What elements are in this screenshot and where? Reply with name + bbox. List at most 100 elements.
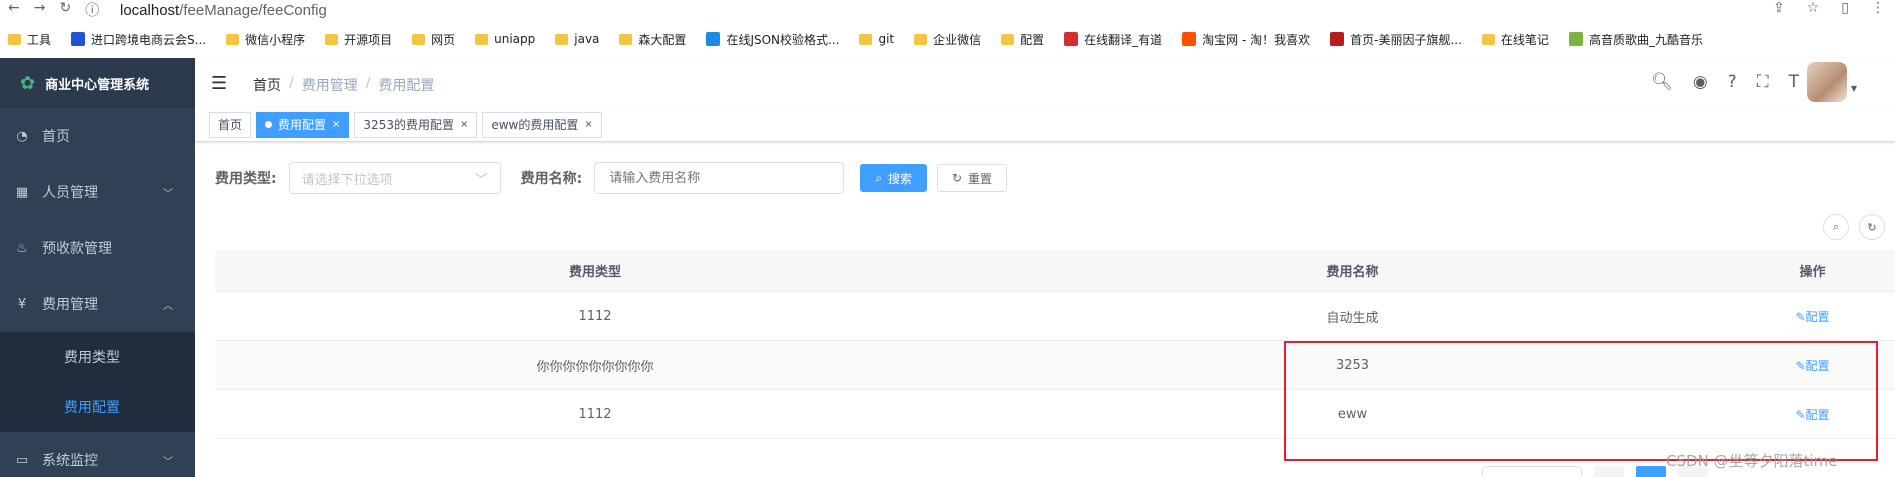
red-annotation-box (1284, 341, 1878, 461)
sidebar-item-fee-management[interactable]: ¥ 费用管理 ︿ (0, 276, 195, 332)
bookmark-item[interactable]: uniapp (475, 32, 535, 46)
refresh-icon[interactable]: ↻ (1859, 214, 1885, 240)
bookmark-item[interactable]: git (859, 32, 894, 46)
sidebar-logo[interactable]: ✿ 商业中心管理系统 (0, 58, 195, 108)
site-favicon-icon (706, 32, 721, 46)
bookmark-label: 淘宝网 - 淘！我喜欢 (1202, 32, 1311, 47)
tags-view: 首页 费用配置 × 3253的费用配置 × eww的费用配置 × (195, 108, 1895, 142)
sidebar-subitem-fee-type[interactable]: 费用类型 (0, 332, 195, 382)
forward-arrow-icon[interactable]: → (34, 0, 46, 20)
bookmark-label: java (574, 32, 600, 46)
bookmark-item[interactable]: 在线JSON校验格式... (706, 31, 839, 48)
fee-type-placeholder: 请选择下拉选项 (301, 172, 393, 188)
bookmark-label: 配置 (1020, 32, 1045, 47)
sidebar-item-label: 首页 (42, 129, 70, 145)
url-field[interactable]: localhost/feeManage/feeConfig (120, 2, 327, 19)
bookmark-label: 企业微信 (933, 32, 982, 47)
close-icon[interactable]: × (584, 119, 592, 130)
hand-money-icon: ♨ (16, 240, 28, 256)
bookmark-item[interactable]: 开源项目 (325, 31, 392, 48)
avatar[interactable] (1807, 62, 1847, 102)
sidebar-item-system-monitor[interactable]: ▭ 系统监控 ﹀ (0, 432, 195, 477)
cell-fee-name: 自动生成 (1326, 310, 1379, 326)
sidebar-item-home[interactable]: ◔ 首页 (0, 108, 195, 164)
top-navbar: ☰ 首页 / 费用管理 / 费用配置 🔍︎ ◉ ? ⛶ T ▼ (195, 58, 1895, 108)
hamburger-toggle-icon[interactable]: ☰ (211, 73, 227, 94)
help-icon[interactable]: ? (1728, 72, 1737, 92)
search-button-label: 搜索 (887, 171, 912, 186)
bookmark-label: 网页 (431, 32, 456, 47)
reset-button[interactable]: ↻ 重置 (936, 164, 1008, 192)
bookmark-label: 首页-美丽因子旗舰... (1350, 32, 1462, 47)
config-link[interactable]: ✎配置 (1730, 308, 1895, 325)
share-icon[interactable]: ⇪ (1773, 0, 1785, 16)
sidebar-item-prepayment[interactable]: ♨ 预收款管理 (0, 220, 195, 276)
more-icon[interactable]: ⋮ (1871, 0, 1885, 16)
tab-tag[interactable]: eww的费用配置 × (482, 111, 602, 138)
bookmark-item[interactable]: 在线翻译_有道 (1064, 31, 1162, 48)
folder-icon (1481, 33, 1495, 45)
bookmark-item[interactable]: 淘宝网 - 淘！我喜欢 (1182, 31, 1310, 48)
lotus-logo-icon: ✿ (20, 72, 36, 94)
fee-type-select[interactable]: 请选择下拉选项 ﹀ (288, 162, 501, 194)
font-size-icon[interactable]: T (1789, 72, 1799, 92)
bookmark-item[interactable]: 高音质歌曲_九酷音乐 (1568, 31, 1703, 48)
app-title: 商业中心管理系统 (45, 77, 150, 93)
fullscreen-icon[interactable]: ⛶ (1757, 72, 1769, 92)
bookmark-item[interactable]: 企业微信 (914, 31, 981, 48)
page-number-current[interactable] (1636, 466, 1666, 477)
close-icon[interactable]: × (332, 119, 340, 130)
fee-submenu: 费用类型 费用配置 (0, 332, 195, 432)
sidebar-subitem-fee-config[interactable]: 费用配置 (0, 382, 195, 432)
bookmark-item[interactable]: 进口跨境电商云会S... (71, 31, 206, 48)
bookmark-item[interactable]: 在线笔记 (1481, 31, 1549, 48)
search-button[interactable]: ⌕ 搜索 (860, 164, 927, 192)
close-icon[interactable]: × (460, 119, 468, 130)
sidebar-item-personnel[interactable]: ▦ 人员管理 ﹀ (0, 164, 195, 220)
back-arrow-icon[interactable]: ← (8, 0, 20, 20)
prev-page-button[interactable] (1594, 466, 1624, 477)
bookmark-item[interactable]: 微信小程序 (226, 31, 305, 48)
table-row: 1112 自动生成 ✎配置 (215, 292, 1895, 341)
info-icon[interactable]: ⓘ (85, 0, 99, 20)
tab-tag[interactable]: 首页 (209, 111, 252, 138)
active-dot-icon (265, 121, 273, 128)
cell-fee-type: 你你你你你你你你你 (536, 359, 654, 375)
chevron-up-icon: ︿ (163, 300, 173, 312)
bookmark-item[interactable]: 首页-美丽因子旗舰... (1330, 31, 1462, 48)
edit-icon: ✎ (1795, 309, 1806, 324)
github-icon[interactable]: ◉ (1693, 72, 1708, 92)
sidebar-item-label: 人员管理 (42, 185, 98, 201)
refresh-icon: ↻ (951, 171, 963, 185)
bookmark-item[interactable]: 配置 (1001, 31, 1044, 48)
fee-name-input[interactable] (594, 162, 845, 194)
site-favicon-icon (1568, 32, 1583, 46)
bookmark-label: 进口跨境电商云会S... (91, 32, 207, 47)
bookmark-item[interactable]: java (555, 32, 599, 46)
folder-icon (859, 33, 873, 45)
bookmark-item[interactable]: 森大配置 (619, 31, 686, 48)
url-host: localhost (120, 1, 180, 19)
tab-tag-label: 3253的费用配置 (363, 118, 454, 132)
page-size-select[interactable] (1482, 466, 1582, 477)
tab-tag[interactable]: 费用配置 × (256, 111, 350, 138)
bookmark-label: 在线翻译_有道 (1084, 32, 1163, 47)
star-icon[interactable]: ☆ (1807, 0, 1820, 16)
fee-type-label: 费用类型: (215, 171, 277, 187)
toggle-search-icon[interactable]: ⌕ (1823, 214, 1849, 240)
shop-icon: ▦ (15, 184, 29, 200)
column-header-fee-name: 费用名称 (1326, 265, 1379, 280)
folder-icon (475, 33, 489, 45)
breadcrumb-home[interactable]: 首页 (253, 75, 281, 95)
cell-fee-type: 1112 (578, 406, 612, 422)
search-icon[interactable]: 🔍︎ (1651, 72, 1673, 92)
sidebar-item-label: 预收款管理 (42, 241, 112, 257)
bookmark-item[interactable]: 工具 (8, 31, 51, 48)
caret-down-icon[interactable]: ▼ (1851, 84, 1857, 93)
sidebar-panel-icon[interactable]: ▯ (1841, 0, 1849, 16)
tab-tag-label: eww的费用配置 (491, 118, 579, 132)
bookmark-item[interactable]: 网页 (412, 31, 455, 48)
tab-tag[interactable]: 3253的费用配置 × (354, 111, 478, 138)
folder-icon (1001, 33, 1015, 45)
reload-icon[interactable]: ↻ (59, 0, 71, 20)
